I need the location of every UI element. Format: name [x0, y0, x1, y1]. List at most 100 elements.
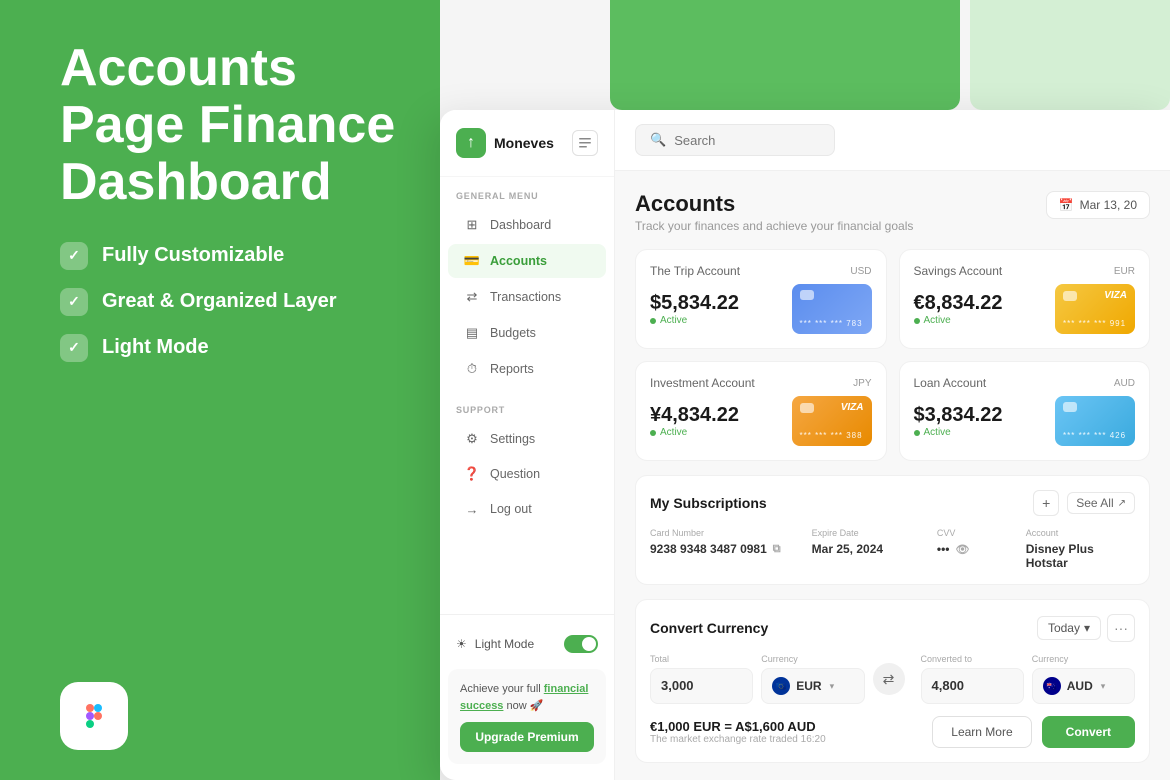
- support-label: SUPPORT: [440, 391, 614, 421]
- sidebar-item-reports[interactable]: ⏱ Reports: [448, 352, 606, 386]
- sidebar-item-settings[interactable]: ⚙ Settings: [448, 422, 606, 456]
- status-badge-savings: Active: [914, 315, 1003, 326]
- more-options-button[interactable]: ···: [1107, 614, 1135, 642]
- search-input[interactable]: [674, 133, 820, 148]
- sidebar-item-dashboard[interactable]: ⊞ Dashboard: [448, 208, 606, 242]
- swap-currency-button[interactable]: ⇄: [873, 663, 905, 695]
- card-amount-loan: $3,834.22: [914, 404, 1003, 427]
- card-row-loan: $3,834.22 Active *** *** *** 426: [914, 396, 1136, 446]
- card-row-savings: €8,834.22 Active VIZA *** *** ***: [914, 284, 1136, 334]
- sun-icon: ☀: [456, 637, 467, 651]
- feature-list: ✓ Fully Customizable ✓ Great & Organized…: [60, 242, 400, 362]
- logout-icon: →: [464, 501, 480, 517]
- sidebar-item-question-label: Question: [490, 467, 540, 481]
- eye-icon[interactable]: 👁: [956, 543, 970, 556]
- card-currency-savings: EUR: [1114, 266, 1135, 277]
- sidebar-toggle-button[interactable]: [572, 130, 598, 156]
- status-badge-trip: Active: [650, 315, 739, 326]
- promo-card: Achieve your full financial success now …: [448, 669, 606, 764]
- to-currency-group: Currency 🇦🇺 AUD ▾: [1032, 654, 1135, 704]
- learn-more-button[interactable]: Learn More: [932, 716, 1031, 748]
- aud-flag: 🇦🇺: [1043, 677, 1061, 695]
- convert-button[interactable]: Convert: [1042, 716, 1135, 748]
- deco-rect-1: [610, 0, 960, 110]
- card-visual-loan: *** *** *** 426: [1055, 396, 1135, 446]
- card-currency-investment: JPY: [853, 378, 871, 389]
- cvv-label: CVV: [937, 528, 1010, 538]
- card-header-savings: Savings Account EUR: [914, 264, 1136, 278]
- convert-title: Convert Currency: [650, 620, 768, 636]
- figma-logo: [60, 682, 128, 750]
- copy-icon[interactable]: ⧉: [773, 543, 781, 556]
- feature-label-organized: Great & Organized Layer: [102, 290, 337, 313]
- card-number-value: 9238 9348 3487 0981 ⧉: [650, 542, 796, 556]
- converted-value: 4,800: [932, 678, 965, 693]
- transactions-icon: ⇄: [464, 289, 480, 305]
- left-panel: Accounts Page Finance Dashboard ✓ Fully …: [0, 0, 440, 780]
- brand-icon: ↑: [456, 128, 486, 158]
- info-group-card-number: Card Number 9238 9348 3487 0981 ⧉: [650, 528, 796, 570]
- support-section: SUPPORT ⚙ Settings ❓ Question → Log out: [440, 387, 614, 527]
- light-mode-toggle[interactable]: [564, 635, 598, 653]
- sidebar-item-question[interactable]: ❓ Question: [448, 457, 606, 491]
- card-amount-savings: €8,834.22: [914, 292, 1003, 315]
- account-card-trip: The Trip Account USD $5,834.22 Active: [635, 249, 887, 349]
- currency-header: Convert Currency Today ▾ ···: [650, 614, 1135, 642]
- card-chip-savings: [1063, 291, 1077, 301]
- status-dot-loan: [914, 430, 920, 436]
- expire-value: Mar 25, 2024: [812, 542, 921, 556]
- content-area: Accounts Track your finances and achieve…: [615, 171, 1170, 780]
- add-subscription-button[interactable]: +: [1033, 490, 1059, 516]
- account-card-investment: Investment Account JPY ¥4,834.22 Active: [635, 361, 887, 461]
- card-currency-loan: AUD: [1114, 378, 1135, 389]
- to-currency-label: Currency: [1032, 654, 1135, 664]
- subscription-info: Card Number 9238 9348 3487 0981 ⧉ Expire…: [650, 528, 1135, 570]
- sidebar-item-budgets[interactable]: ▤ Budgets: [448, 316, 606, 350]
- sidebar-item-accounts[interactable]: 💳 Accounts: [448, 244, 606, 278]
- upgrade-premium-button[interactable]: Upgrade Premium: [460, 722, 594, 752]
- from-currency-select[interactable]: 🇪🇺 EUR ▾: [761, 668, 864, 704]
- convert-currency-card: Convert Currency Today ▾ ··· Total 3,000: [635, 599, 1150, 763]
- feature-label-light-mode: Light Mode: [102, 336, 209, 359]
- card-amount-trip-group: $5,834.22 Active: [650, 292, 739, 326]
- chevron-down-icon: ▾: [1084, 621, 1090, 635]
- rate-note: The market exchange rate traded 16:20: [650, 734, 826, 745]
- card-visual-savings: VIZA *** *** *** 991: [1055, 284, 1135, 334]
- sidebar-header: ↑ Moneves: [440, 110, 614, 177]
- status-dot-savings: [914, 318, 920, 324]
- account-card-savings: Savings Account EUR €8,834.22 Active: [899, 249, 1151, 349]
- sidebar-item-reports-label: Reports: [490, 362, 534, 376]
- search-box[interactable]: 🔍: [635, 124, 835, 156]
- card-amount-savings-group: €8,834.22 Active: [914, 292, 1003, 326]
- converted-input-wrap[interactable]: 4,800: [921, 668, 1024, 704]
- date-badge[interactable]: 📅 Mar 13, 20: [1046, 191, 1150, 219]
- rate-value: €1,000 EUR = A$1,600 AUD: [650, 719, 826, 734]
- promo-text: Achieve your full financial success now …: [460, 681, 594, 714]
- sidebar-footer: ☀ Light Mode Achieve your full financial…: [440, 614, 614, 780]
- today-button[interactable]: Today ▾: [1037, 616, 1101, 640]
- info-group-account: Account Disney Plus Hotstar: [1026, 528, 1135, 570]
- page-title-group: Accounts Track your finances and achieve…: [635, 191, 913, 233]
- to-currency-select[interactable]: 🇦🇺 AUD ▾: [1032, 668, 1135, 704]
- card-name-savings: Savings Account: [914, 264, 1003, 278]
- cvv-value: ••• 👁: [937, 542, 1010, 556]
- from-currency-code: EUR: [796, 679, 821, 693]
- status-badge-loan: Active: [914, 427, 1003, 438]
- sidebar-item-logout[interactable]: → Log out: [448, 492, 606, 526]
- see-all-subscriptions-button[interactable]: See All ↗: [1067, 492, 1135, 514]
- info-group-cvv: CVV ••• 👁: [937, 528, 1010, 570]
- status-badge-investment: Active: [650, 427, 739, 438]
- status-dot-investment: [650, 430, 656, 436]
- date-text: Mar 13, 20: [1080, 198, 1137, 212]
- total-input-wrap[interactable]: 3,000: [650, 668, 753, 704]
- left-panel-title: Accounts Page Finance Dashboard: [60, 40, 400, 212]
- rate-actions: Learn More Convert: [932, 716, 1135, 748]
- card-chip-investment: [800, 403, 814, 413]
- card-amount-loan-group: $3,834.22 Active: [914, 404, 1003, 438]
- subscriptions-title: My Subscriptions: [650, 495, 767, 511]
- sidebar-item-transactions[interactable]: ⇄ Transactions: [448, 280, 606, 314]
- card-name-trip: The Trip Account: [650, 264, 740, 278]
- card-logo-savings: VIZA: [1104, 290, 1127, 301]
- subscriptions-card: My Subscriptions + See All ↗ Card Number…: [635, 475, 1150, 585]
- feature-item-light-mode: ✓ Light Mode: [60, 334, 400, 362]
